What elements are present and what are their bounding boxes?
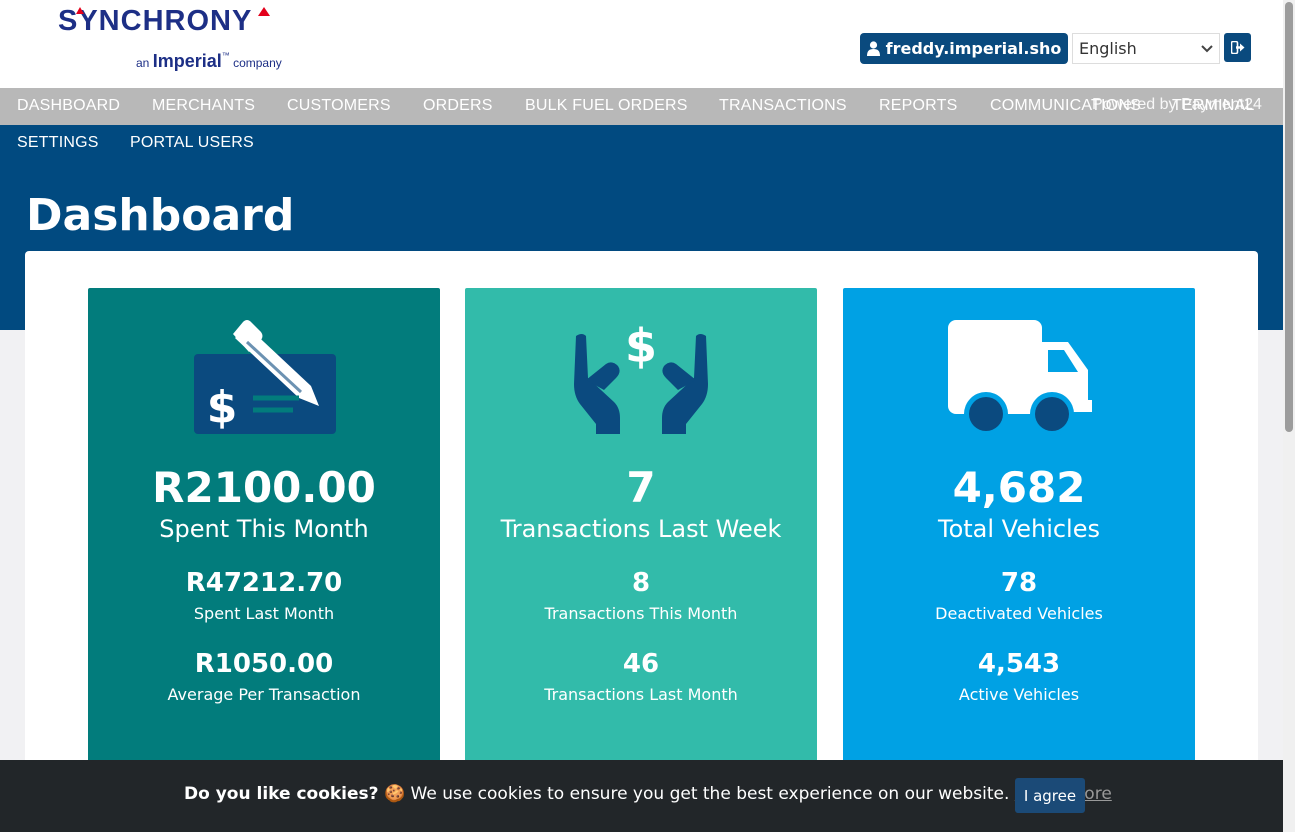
transactions-last-week-value: 7 [626, 463, 656, 512]
total-vehicles-value: 4,682 [952, 463, 1086, 512]
page-title: Dashboard [26, 190, 295, 241]
scrollbar-thumb[interactable] [1285, 2, 1293, 432]
logo-sub-brand: Imperial [152, 51, 222, 71]
deactivated-vehicles-value: 78 [1000, 568, 1038, 598]
cookie-emoji-icon: 🍪 [383, 784, 406, 804]
card-vehicles: 4,682 Total Vehicles 78 Deactivated Vehi… [843, 288, 1195, 788]
card-spending-icon-wrap: $ [88, 318, 440, 438]
transactions-this-month-label: Transactions This Month [544, 604, 738, 623]
truck-icon [948, 320, 1092, 436]
nav-orders[interactable]: ORDERS [423, 97, 493, 115]
average-per-transaction-label: Average Per Transaction [167, 685, 361, 704]
username-label: freddy.imperial.sho [885, 39, 1062, 58]
nav-dashboard[interactable]: DASHBOARD [17, 97, 120, 115]
cheque-pen-icon: $ [194, 320, 336, 434]
nav-merchants[interactable]: MERCHANTS [152, 97, 255, 115]
logo-sub-prefix: an [136, 56, 150, 70]
transactions-this-month-value: 8 [631, 568, 651, 598]
average-per-transaction-value: R1050.00 [194, 649, 334, 679]
logo-sub-tm: ™ [221, 51, 230, 60]
cookie-message: We use cookies to ensure you get the bes… [410, 784, 1010, 804]
spent-last-month-value: R47212.70 [185, 568, 343, 598]
hands-dollar-icon: $ [574, 319, 708, 434]
nav-portal-users[interactable]: PORTAL USERS [130, 134, 254, 152]
language-selected: English [1079, 39, 1137, 58]
nav-reports[interactable]: REPORTS [879, 97, 957, 115]
nav-transactions[interactable]: TRANSACTIONS [719, 97, 847, 115]
main-nav-row2: SETTINGS PORTAL USERS [0, 125, 1283, 162]
language-select[interactable]: English [1072, 33, 1220, 64]
logo-subtitle: an Imperial™ company [136, 51, 282, 72]
page-scrollbar[interactable] [1283, 0, 1295, 832]
cookie-text: Do you like cookies? 🍪 We use cookies to… [184, 784, 1112, 804]
user-icon [866, 41, 880, 56]
logo-red-triangles-icon [76, 7, 270, 16]
card-transactions-icon-wrap: $ [465, 318, 817, 438]
agree-button[interactable]: I agree [1015, 778, 1085, 813]
card-vehicles-icon-wrap [843, 318, 1195, 438]
spent-last-month-label: Spent Last Month [193, 604, 335, 623]
sign-out-icon [1230, 41, 1244, 54]
logout-button[interactable] [1224, 33, 1251, 62]
nav-bulk-fuel-orders[interactable]: BULK FUEL ORDERS [525, 97, 688, 115]
cookie-banner: Do you like cookies? 🍪 We use cookies to… [0, 760, 1283, 832]
active-vehicles-value: 4,543 [977, 649, 1061, 679]
card-transactions: $ 7 Transactions Last Week 8 Transaction… [465, 288, 817, 788]
deactivated-vehicles-label: Deactivated Vehicles [935, 604, 1103, 623]
page: SYNCHRONY an Imperial™ company freddy.im… [0, 0, 1283, 832]
cookie-question: Do you like cookies? [184, 784, 379, 804]
svg-text:$: $ [625, 319, 657, 373]
nav-customers[interactable]: CUSTOMERS [287, 97, 391, 115]
transactions-last-month-value: 46 [622, 649, 660, 679]
spent-this-month-value: R2100.00 [152, 463, 376, 512]
powered-by-label: Powered by Payment24 [1092, 96, 1262, 113]
transactions-last-week-label: Transactions Last Week [500, 515, 782, 543]
synchrony-logo[interactable]: SYNCHRONY an Imperial™ company [58, 5, 282, 75]
card-spending: $ R2100.00 Spent This Month R47212.70 Sp… [88, 288, 440, 788]
active-vehicles-label: Active Vehicles [958, 685, 1080, 704]
svg-text:$: $ [207, 382, 238, 433]
logo-sub-suffix: company [233, 56, 282, 70]
total-vehicles-label: Total Vehicles [937, 515, 1100, 543]
transactions-last-month-label: Transactions Last Month [544, 685, 738, 704]
main-nav: DASHBOARD MERCHANTS CUSTOMERS ORDERS BUL… [0, 88, 1283, 125]
spent-this-month-label: Spent This Month [159, 515, 369, 543]
header: SYNCHRONY an Imperial™ company freddy.im… [0, 0, 1283, 88]
chevron-down-icon [1201, 42, 1213, 56]
nav-settings[interactable]: SETTINGS [17, 134, 99, 152]
user-profile-button[interactable]: freddy.imperial.sho [860, 33, 1068, 64]
